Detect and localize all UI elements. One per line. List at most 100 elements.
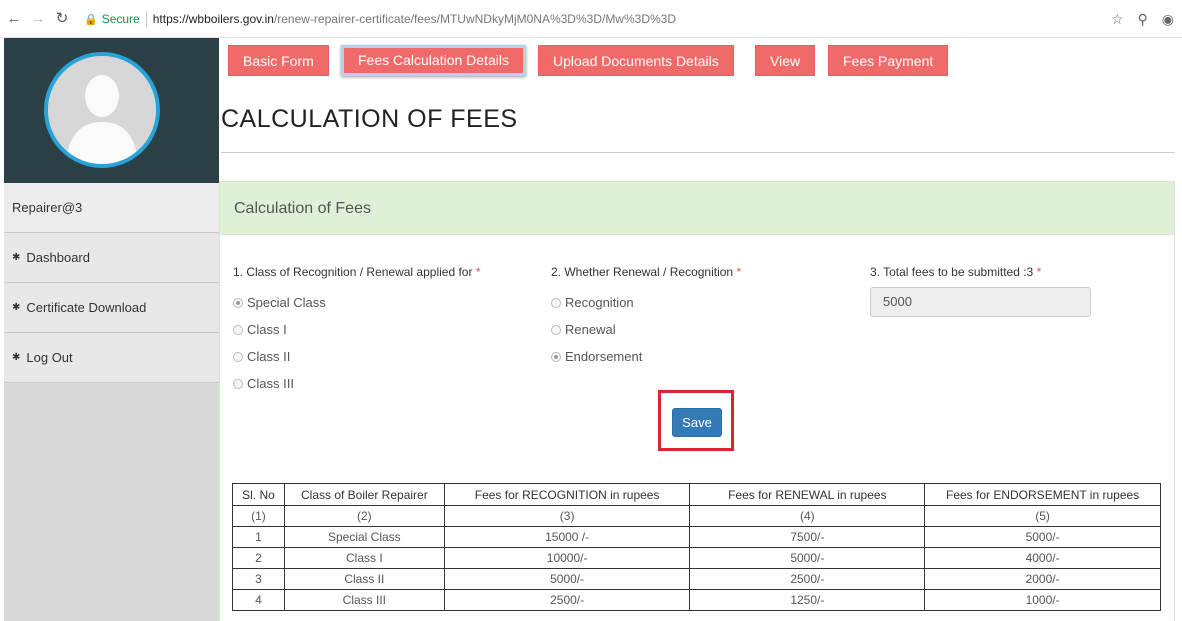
column-header: Fees for RECOGNITION in rupees: [443, 483, 691, 506]
tab-view[interactable]: View: [755, 45, 816, 76]
avatar: [44, 52, 160, 168]
save-button[interactable]: Save: [672, 408, 722, 437]
table-cell: 1000/-: [924, 589, 1161, 611]
tab-upload-documents-details[interactable]: Upload Documents Details: [538, 45, 734, 76]
radio-dot[interactable]: [233, 324, 243, 335]
radio-dot-selected[interactable]: [551, 351, 561, 362]
column-header: Class of Boiler Repairer: [283, 483, 445, 506]
table-cell: 15000 /-: [443, 526, 691, 548]
radio-special-class[interactable]: Special Class: [233, 295, 326, 310]
table-row: 3 Class II 5000/- 2500/- 2000/-: [232, 568, 1161, 590]
radio-class-iii[interactable]: Class III: [233, 376, 294, 391]
back-arrow-icon[interactable]: ←: [4, 0, 24, 38]
table-cell: 5000/-: [443, 568, 691, 590]
panel-heading: Calculation of Fees: [220, 182, 1174, 235]
tachometer-icon: ✱: [12, 251, 21, 263]
column-header: Fees for RENEWAL in rupees: [689, 483, 926, 506]
radio-label: Class III: [247, 376, 294, 391]
class-field-label-text: 1. Class of Recognition / Renewal applie…: [233, 265, 473, 279]
sidebar-item-dashboard[interactable]: ✱ Dashboard: [4, 233, 219, 283]
username-label: Repairer@3: [12, 199, 83, 215]
radio-dot[interactable]: [551, 297, 561, 308]
required-mark: *: [475, 265, 481, 279]
url-host: https://wbboilers.gov.in: [152, 12, 274, 26]
radio-dot[interactable]: [551, 324, 561, 335]
sidebar-item-label: Certificate Download: [26, 299, 147, 315]
table-cell: 4: [232, 589, 285, 611]
radio-recognition[interactable]: Recognition: [551, 295, 634, 310]
total-fees-label: 3. Total fees to be submitted :3 *: [870, 265, 1041, 279]
renewal-field-label: 2. Whether Renewal / Recognition *: [551, 265, 741, 279]
secure-label: Secure: [101, 12, 140, 26]
radio-dot[interactable]: [233, 378, 243, 389]
table-header-row: Sl. No Class of Boiler Repairer Fees for…: [232, 483, 1161, 506]
class-field-label: 1. Class of Recognition / Renewal applie…: [233, 265, 480, 279]
profile-header: [4, 38, 219, 183]
radio-dot[interactable]: [233, 351, 243, 362]
total-fees-input[interactable]: 5000: [870, 287, 1091, 317]
table-cell: 2500/-: [443, 589, 691, 611]
table-cell: Special Class: [283, 526, 445, 548]
radio-label: Class II: [247, 349, 291, 364]
user-silhouette-icon: [48, 56, 156, 164]
camera-icon[interactable]: ◉: [1162, 11, 1174, 28]
table-row: 2 Class I 10000/- 5000/- 4000/-: [232, 547, 1161, 569]
lock-icon: 🔒: [84, 13, 98, 26]
bookmark-star-icon[interactable]: ☆: [1111, 11, 1124, 28]
radio-endorsement[interactable]: Endorsement: [551, 349, 642, 364]
reload-icon[interactable]: ↻: [52, 0, 72, 38]
radio-dot-selected[interactable]: [233, 297, 243, 308]
table-cell: 2: [232, 547, 285, 569]
address-bar[interactable]: 🔒 Secure https://wbboilers.gov.in/renew-…: [84, 8, 1182, 30]
radio-label: Recognition: [565, 295, 634, 310]
radio-label: Class I: [247, 322, 287, 337]
browser-toolbar: ← → ↻ 🔒 Secure https://wbboilers.gov.in /…: [0, 0, 1182, 38]
table-cell: Class II: [283, 568, 445, 590]
column-header: Fees for ENDORSEMENT in rupees: [924, 483, 1161, 506]
table-row: (1) (2) (3) (4) (5): [232, 505, 1161, 527]
table-cell: 2500/-: [689, 568, 926, 590]
table-cell: Class I: [283, 547, 445, 569]
table-cell: 4000/-: [924, 547, 1161, 569]
table-cell: 10000/-: [443, 547, 691, 569]
table-row: 4 Class III 2500/- 1250/- 1000/-: [232, 589, 1161, 611]
url-path: /renew-repairer-certificate/fees/MTUwNDk…: [273, 12, 676, 26]
table-cell: (4): [689, 505, 926, 527]
page-title: CALCULATION OF FEES: [221, 105, 518, 133]
title-divider: [221, 152, 1175, 153]
tab-fees-payment[interactable]: Fees Payment: [828, 45, 949, 76]
table-cell: 1250/-: [689, 589, 926, 611]
fees-table: Sl. No Class of Boiler Repairer Fees for…: [232, 483, 1161, 611]
required-mark: *: [736, 265, 742, 279]
table-cell: 1: [232, 526, 285, 548]
total-fees-label-text: 3. Total fees to be submitted :3: [870, 265, 1034, 279]
sidebar-item-certificate-download[interactable]: ✱ Certificate Download: [4, 283, 219, 333]
table-cell: 5000/-: [689, 547, 926, 569]
tachometer-icon: ✱: [12, 351, 21, 363]
radio-class-ii[interactable]: Class II: [233, 349, 290, 364]
sidebar-item-label: Dashboard: [26, 249, 90, 265]
sidebar-item-log-out[interactable]: ✱ Log Out: [4, 333, 219, 383]
zoom-icon[interactable]: ⚲: [1138, 11, 1148, 28]
radio-class-i[interactable]: Class I: [233, 322, 287, 337]
renewal-field-label-text: 2. Whether Renewal / Recognition: [551, 265, 734, 279]
table-cell: 3: [232, 568, 285, 590]
sidebar-username: Repairer@3: [4, 183, 219, 233]
table-cell: (3): [443, 505, 691, 527]
sidebar-item-label: Log Out: [26, 349, 73, 365]
table-cell: 2000/-: [924, 568, 1161, 590]
table-row: 1 Special Class 15000 /- 7500/- 5000/-: [232, 526, 1161, 548]
forward-arrow-icon[interactable]: →: [28, 0, 48, 38]
table-cell: 7500/-: [689, 526, 926, 548]
required-mark: *: [1036, 265, 1042, 279]
radio-renewal[interactable]: Renewal: [551, 322, 616, 337]
table-cell: (1): [232, 505, 285, 527]
radio-label: Renewal: [565, 322, 616, 337]
table-cell: (5): [924, 505, 1161, 527]
table-cell: Class III: [283, 589, 445, 611]
column-header: Sl. No: [232, 483, 285, 506]
tab-fees-calculation-details[interactable]: Fees Calculation Details: [341, 45, 526, 76]
table-cell: 5000/-: [924, 526, 1161, 548]
tab-basic-form[interactable]: Basic Form: [228, 45, 329, 76]
address-separator: [145, 11, 147, 27]
